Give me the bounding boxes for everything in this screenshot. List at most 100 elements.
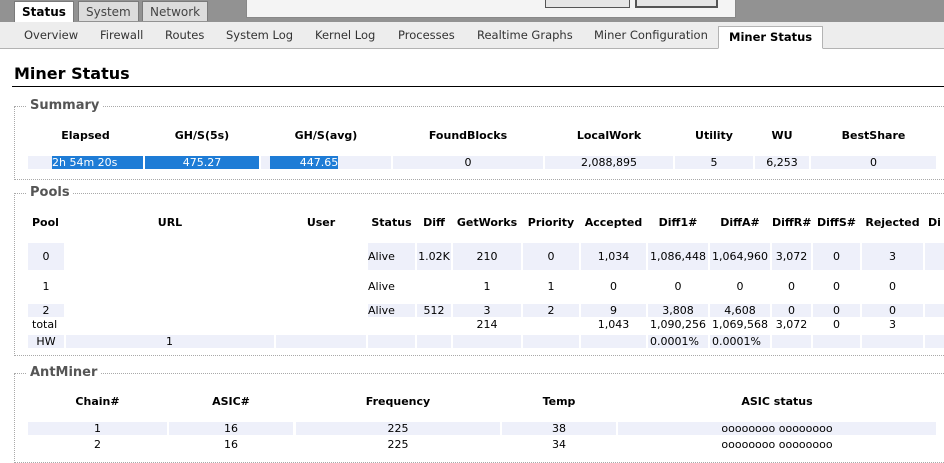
pools-hw-cell: 0.0001% (648, 335, 708, 348)
antminer-cell: 34 (552, 438, 566, 451)
summary-header-foundblocks: FoundBlocks (428, 129, 508, 142)
pools-hw-label: HW (28, 335, 64, 348)
pools-header-0: Pool (32, 216, 59, 229)
subtab-realtime-graphs[interactable]: Realtime Graphs (477, 28, 573, 42)
pools-legend: Pools (27, 185, 73, 200)
pools-cell: 3 (453, 304, 521, 317)
pools-header-9: DiffA# (720, 216, 760, 229)
pools-cell: 1 (42, 280, 50, 293)
pools-cell (925, 280, 944, 293)
pools-header-11: DiffS# (817, 216, 856, 229)
pools-cell: 0 (523, 243, 579, 270)
summary-legend: Summary (27, 98, 103, 113)
pools-cell: 0 (736, 280, 744, 293)
subtab-system-log[interactable]: System Log (226, 28, 293, 42)
pools-cell (925, 243, 944, 270)
summary-value-bestshare: 0 (811, 156, 936, 169)
subtab-processes[interactable]: Processes (398, 28, 455, 42)
pools-cell (66, 318, 274, 331)
pools-cell: 1,086,448 (648, 243, 708, 270)
subtab-miner-status[interactable]: Miner Status (718, 26, 824, 49)
summary-value-ghs-avg-cell: 447.65 (261, 156, 391, 169)
pools-cell: 4,608 (710, 304, 770, 317)
pools-cell: total (32, 318, 58, 331)
pools-cell: 1,043 (597, 318, 630, 331)
pools-header-1: URL (157, 216, 183, 229)
tab-system[interactable]: System (78, 1, 139, 21)
summary-header-wu: WU (771, 129, 793, 142)
pools-header-13: Di (928, 216, 941, 229)
summary-value-elapsed: 2h 54m 20s (28, 156, 143, 169)
subtab-overview[interactable]: Overview (24, 28, 78, 42)
pools-cell (276, 304, 366, 317)
pools-cell: 0 (833, 280, 840, 293)
summary-header-utility: Utility (695, 129, 733, 142)
pools-cell: 2 (523, 304, 579, 317)
top-header: Status System Network (0, 0, 944, 23)
pools-cell: Alive (368, 243, 415, 270)
pools-cell: 0 (610, 280, 617, 293)
pools-header-10: DiffR# (772, 216, 811, 229)
pools-header-6: Priority (527, 216, 575, 229)
antminer-cell: 1 (28, 422, 167, 435)
antminer-header-4: ASIC status (741, 395, 813, 408)
summary-header-ghs-5s: GH/S(5s) (174, 129, 230, 142)
pools-header-3: Status (371, 216, 412, 229)
summary-value-ghs-avg: 447.65 (269, 156, 339, 169)
pools-cell: 1,090,256 (650, 318, 706, 331)
pools-cell (66, 280, 274, 293)
summary-header-elapsed: Elapsed (61, 129, 110, 142)
page-title: Miner Status (14, 64, 130, 83)
summary-header-bestshare: BestShare (841, 129, 906, 142)
pools-cell: 0 (833, 318, 840, 331)
pools-cell: 3,808 (648, 304, 708, 317)
summary-value-utility: 5 (675, 156, 753, 169)
pools-hw-cell (772, 335, 811, 348)
pools-cell: 1,034 (581, 243, 646, 270)
summary-header-localwork: LocalWork (576, 129, 642, 142)
subtab-firewall[interactable]: Firewall (100, 28, 143, 42)
pools-cell (925, 304, 944, 317)
pools-cell: 0 (813, 243, 860, 270)
pools-hw-cell (925, 335, 944, 348)
pools-cell (66, 243, 274, 270)
pools-cell: 3,072 (772, 243, 811, 270)
subtab-routes[interactable]: Routes (165, 28, 204, 42)
pools-cell (523, 318, 579, 331)
pools-cell: Alive (368, 304, 415, 317)
pools-hw-cell (276, 335, 366, 348)
subtab-kernel-log[interactable]: Kernel Log (315, 28, 375, 42)
pools-header-8: Diff1# (658, 216, 698, 229)
pools-hw-cell (368, 335, 415, 348)
summary-value-wu: 6,253 (755, 156, 809, 169)
antminer-cell: 16 (224, 438, 238, 451)
summary-value-foundblocks: 0 (393, 156, 543, 169)
sub-navigation: Overview Firewall Routes System Log Kern… (0, 22, 944, 49)
antminer-cell: 38 (502, 422, 616, 435)
tab-status[interactable]: Status (14, 1, 74, 23)
pools-cell: 1 (483, 280, 491, 293)
pools-cell (368, 318, 415, 331)
pools-cell: 3,072 (775, 318, 808, 331)
subtab-miner-configuration[interactable]: Miner Configuration (594, 28, 708, 42)
summary-value-localwork: 2,088,895 (545, 156, 673, 169)
pools-cell: 1.02K (417, 243, 451, 270)
antminer-cell: 225 (296, 422, 500, 435)
pools-cell: 1,069,568 (712, 318, 768, 331)
summary-value-ghs-5s: 475.27 (145, 156, 259, 169)
pools-cell: 0 (788, 280, 795, 293)
antminer-header-3: Temp (542, 395, 576, 408)
pools-cell: 3 (862, 243, 923, 270)
pools-cell: 0 (889, 280, 896, 293)
antminer-header-1: ASIC# (212, 395, 250, 408)
pools-cell: Alive (368, 280, 395, 293)
overlay-dialog (246, 0, 736, 18)
tab-network[interactable]: Network (142, 1, 209, 21)
pools-cell: 1,064,960 (710, 243, 770, 270)
pools-cell: 0 (28, 243, 64, 270)
pools-hw-cell: 1 (66, 335, 274, 348)
dialog-button[interactable] (545, 0, 630, 8)
pools-hw-cell (417, 335, 451, 348)
pools-hw-cell (523, 335, 579, 348)
dialog-default-button[interactable] (635, 0, 718, 8)
